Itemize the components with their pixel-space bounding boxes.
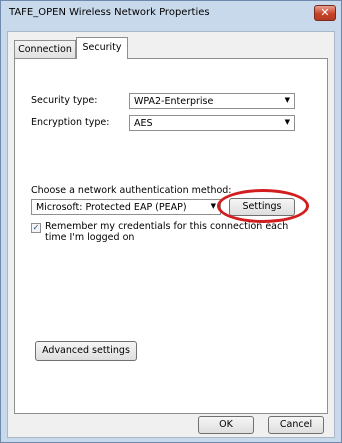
title-bar: TAFE_OPEN Wireless Network Properties ✕	[1, 1, 341, 25]
auth-method-dropdown[interactable]: Microsoft: Protected EAP (PEAP) ▼	[31, 199, 221, 215]
encryption-type-label: Encryption type:	[31, 117, 110, 128]
ok-button[interactable]: OK	[198, 416, 254, 434]
encryption-type-value: AES	[134, 118, 153, 129]
remember-credentials-label: Remember my credentials for this connect…	[45, 221, 288, 243]
remember-credentials-line2: time I'm logged on	[45, 232, 135, 243]
advanced-settings-button[interactable]: Advanced settings	[35, 341, 137, 361]
chevron-down-icon: ▼	[284, 96, 290, 104]
tab-connection[interactable]: Connection	[14, 40, 76, 58]
chevron-down-icon: ▼	[210, 202, 216, 210]
tab-security[interactable]: Security	[76, 37, 128, 59]
close-button[interactable]: ✕	[314, 5, 336, 21]
security-type-dropdown[interactable]: WPA2-Enterprise ▼	[129, 93, 295, 109]
auth-method-value: Microsoft: Protected EAP (PEAP)	[36, 202, 187, 213]
auth-method-label: Choose a network authentication method:	[31, 185, 232, 196]
remember-credentials-line1: Remember my credentials for this connect…	[45, 221, 289, 232]
red-highlight-circle	[217, 189, 309, 223]
chevron-down-icon: ▼	[284, 118, 290, 126]
security-type-value: WPA2-Enterprise	[134, 96, 214, 107]
dialog-client-area: Connection Security Security type: WPA2-…	[7, 31, 335, 438]
properties-dialog: TAFE_OPEN Wireless Network Properties ✕ …	[0, 0, 342, 443]
window-title: TAFE_OPEN Wireless Network Properties	[9, 7, 210, 18]
security-panel: Security type: WPA2-Enterprise ▼ Encrypt…	[14, 58, 328, 414]
remember-credentials-checkbox[interactable]: ✓	[31, 223, 41, 233]
cancel-button[interactable]: Cancel	[268, 416, 324, 434]
security-type-label: Security type:	[31, 95, 98, 106]
encryption-type-dropdown[interactable]: AES ▼	[129, 115, 295, 131]
